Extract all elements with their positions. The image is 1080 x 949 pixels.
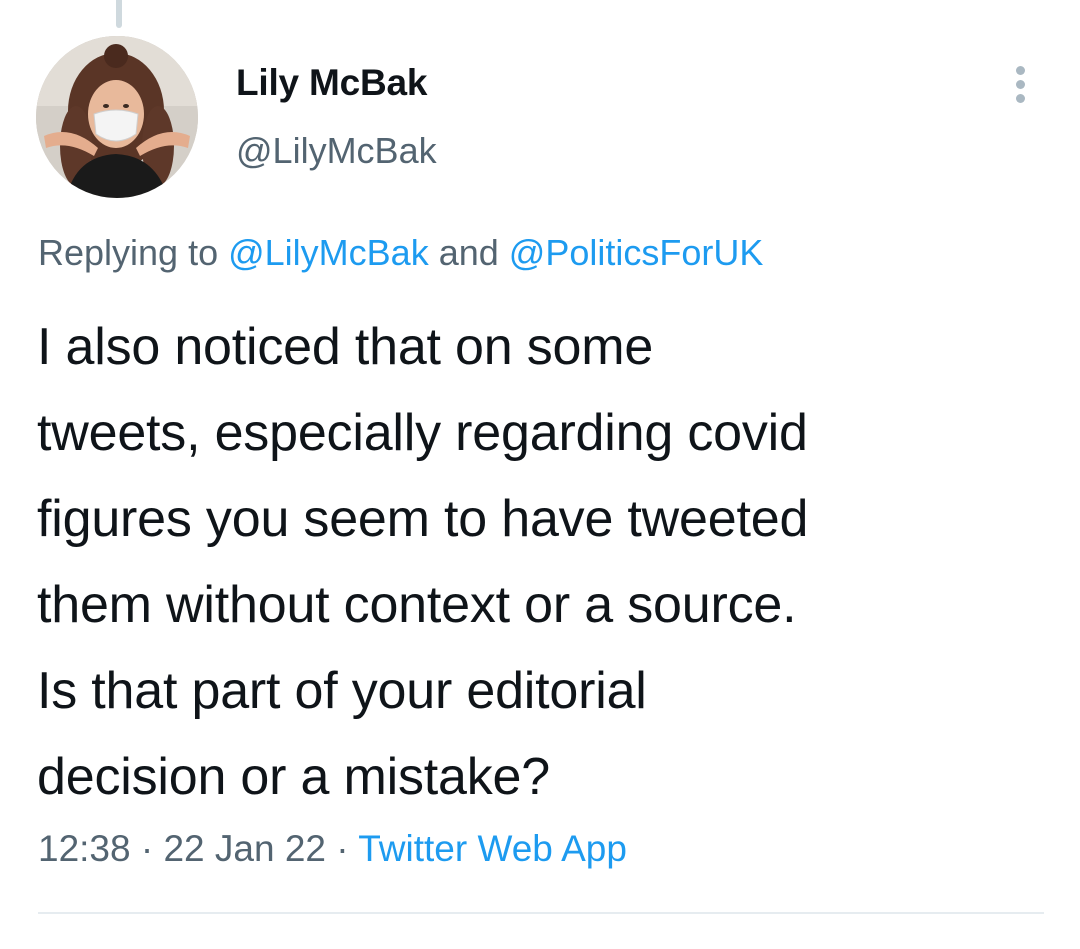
reply-context-joiner: and	[428, 232, 509, 273]
more-vertical-icon-dot	[1015, 79, 1025, 89]
tweet-text-line: them without context or a source.	[37, 576, 797, 634]
meta-separator: ·	[326, 828, 359, 869]
reply-context: Replying to @LilyMcBak and @PoliticsForU…	[38, 232, 763, 274]
more-vertical-icon	[1015, 65, 1025, 75]
thread-connector-line	[116, 0, 122, 28]
tweet-metadata: 12:38 · 22 Jan 22 · Twitter Web App	[38, 828, 627, 870]
meta-separator: ·	[130, 828, 164, 869]
divider	[38, 912, 1044, 914]
tweet-text-line: decision or a mistake?	[37, 748, 550, 806]
reply-context-prefix: Replying to	[38, 232, 229, 273]
more-options-button[interactable]	[1002, 62, 1038, 106]
tweet-text-line: Is that part of your editorial	[37, 662, 647, 720]
author-display-name[interactable]: Lily McBak	[236, 62, 427, 104]
author-handle[interactable]: @LilyMcBak	[236, 130, 437, 172]
tweet-text: I also noticed that on some tweets, espe…	[37, 304, 1047, 820]
tweet-date[interactable]: 22 Jan 22	[163, 828, 326, 869]
mention-link-lilymcbak[interactable]: @LilyMcBak	[228, 232, 429, 273]
tweet-time[interactable]: 12:38	[38, 828, 131, 869]
more-vertical-icon-dot	[1015, 93, 1025, 103]
tweet-source-link[interactable]: Twitter Web App	[358, 828, 627, 869]
avatar[interactable]	[36, 36, 198, 198]
tweet-text-line: figures you seem to have tweeted	[37, 490, 809, 548]
profile-photo-icon	[36, 36, 198, 198]
mention-link-politicsforuk[interactable]: @PoliticsForUK	[509, 232, 764, 273]
tweet-text-line: I also noticed that on some	[37, 318, 654, 376]
tweet-text-line: tweets, especially regarding covid	[37, 404, 808, 462]
